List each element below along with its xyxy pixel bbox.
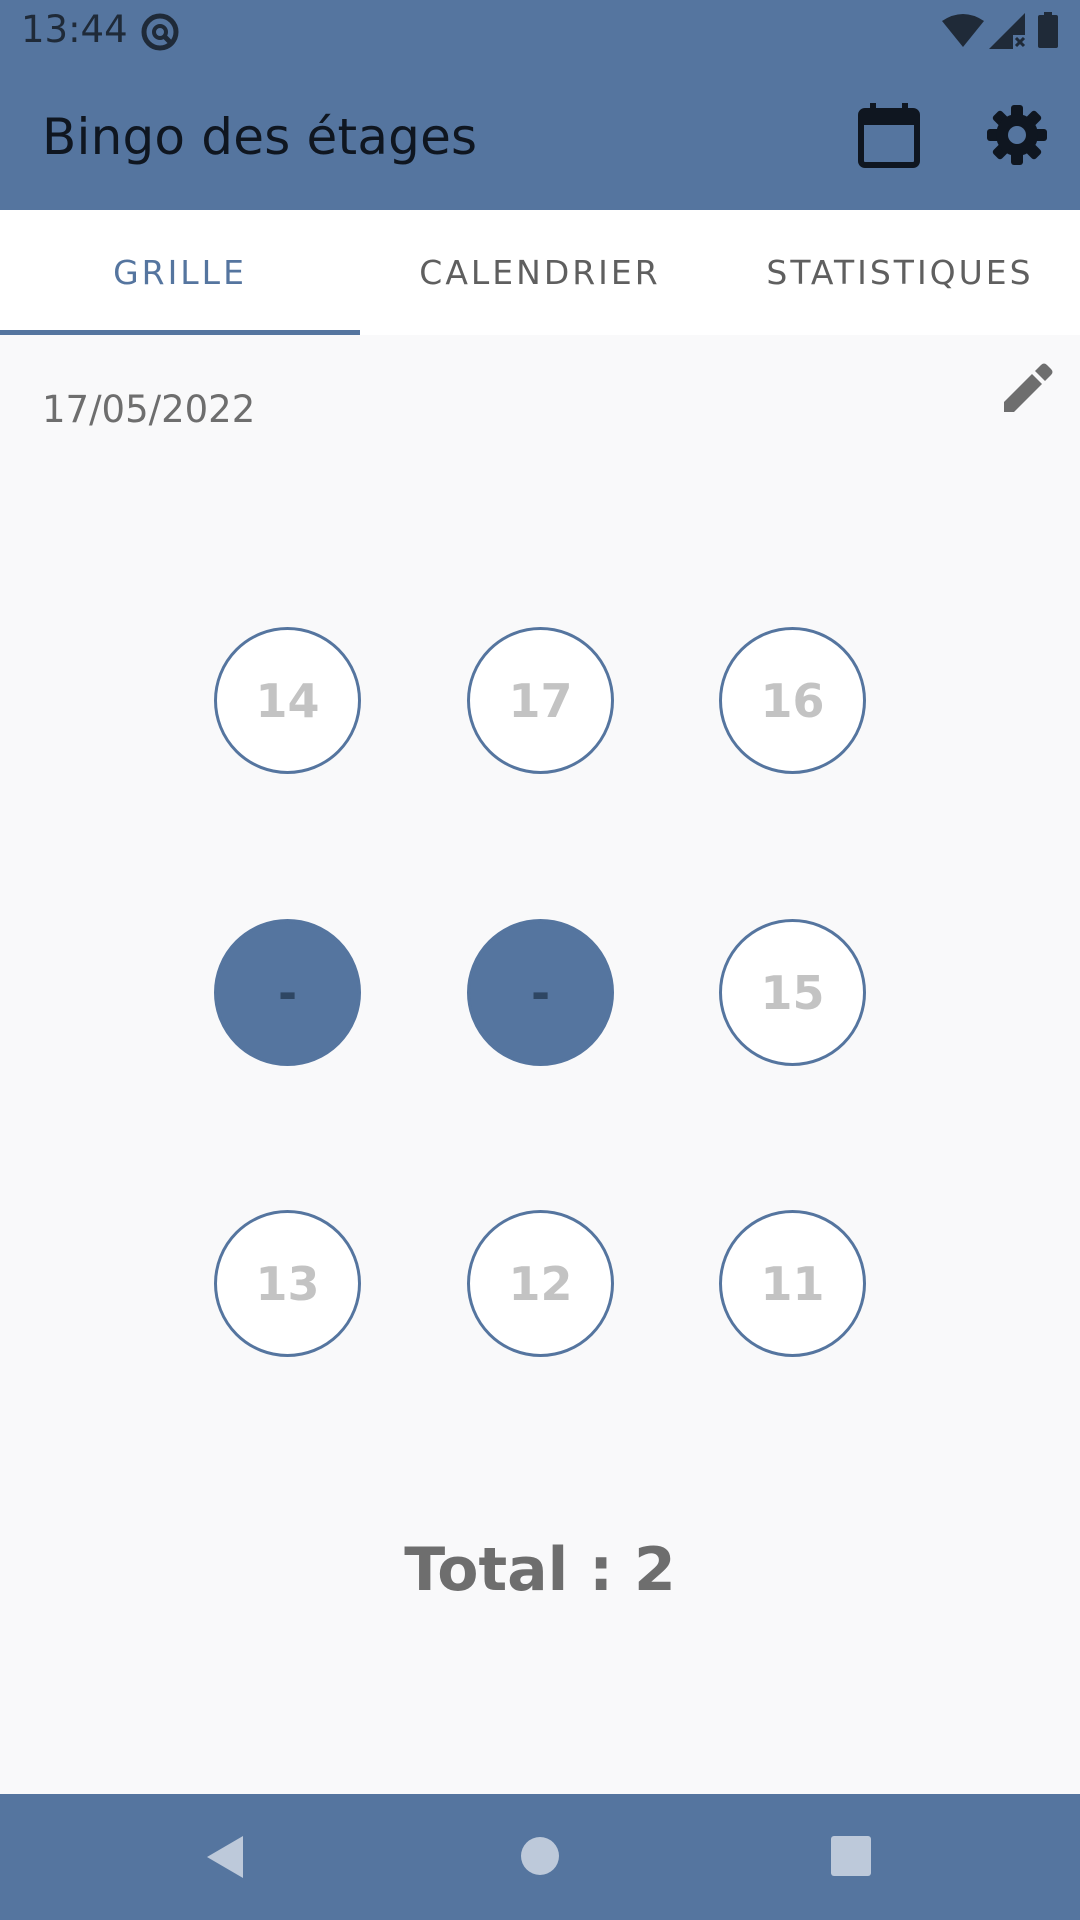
grid-cell[interactable]: 13 xyxy=(214,1210,361,1357)
settings-icon[interactable] xyxy=(985,103,1049,167)
tab-statistiques-label: STATISTIQUES xyxy=(766,253,1034,292)
status-bar: 13:44 xyxy=(0,0,1080,63)
status-time: 13:44 xyxy=(21,8,128,51)
recents-icon[interactable] xyxy=(831,1836,871,1876)
grid-cell-label: 11 xyxy=(760,1256,825,1311)
grid-cell-label: - xyxy=(277,965,298,1020)
home-icon[interactable] xyxy=(520,1836,560,1876)
grid-cell-label: 13 xyxy=(255,1256,320,1311)
total-count: Total : 2 xyxy=(404,1535,676,1605)
tab-calendrier-label: CALENDRIER xyxy=(419,253,661,292)
signal-icon xyxy=(989,13,1026,49)
grid-cell-filled[interactable]: - xyxy=(214,919,361,1066)
grid-cell-filled[interactable]: - xyxy=(467,919,614,1066)
pencil-icon[interactable] xyxy=(1000,362,1054,416)
grid-cell-label: - xyxy=(530,965,551,1020)
grid-cell[interactable]: 14 xyxy=(214,627,361,774)
nav-bar xyxy=(0,1794,1080,1920)
tab-indicator xyxy=(0,330,360,335)
grid-cell-label: 12 xyxy=(508,1256,573,1311)
grid-cell[interactable]: 15 xyxy=(719,919,866,1066)
app-title: Bingo des étages xyxy=(42,108,478,166)
back-icon[interactable] xyxy=(203,1834,247,1880)
grid-cell[interactable]: 11 xyxy=(719,1210,866,1357)
tab-grille[interactable]: GRILLE xyxy=(0,210,360,335)
wifi-icon xyxy=(942,14,984,47)
app-bar: Bingo des étages xyxy=(0,63,1080,210)
tab-calendrier[interactable]: CALENDRIER xyxy=(360,210,720,335)
grid-cell-label: 15 xyxy=(760,965,825,1020)
grid-cell[interactable]: 12 xyxy=(467,1210,614,1357)
calendar-icon[interactable] xyxy=(858,103,920,169)
grid-cell[interactable]: 16 xyxy=(719,627,866,774)
tab-bar: GRILLE CALENDRIER STATISTIQUES xyxy=(0,210,1080,335)
app-notification-icon xyxy=(141,13,179,51)
grid-date: 17/05/2022 xyxy=(42,388,256,431)
grid-cell-label: 17 xyxy=(508,673,573,728)
grid-cell-label: 16 xyxy=(760,673,825,728)
tab-grille-label: GRILLE xyxy=(113,253,247,292)
grid-cell-label: 14 xyxy=(255,673,320,728)
grid-cell[interactable]: 17 xyxy=(467,627,614,774)
battery-icon xyxy=(1038,12,1058,48)
tab-statistiques[interactable]: STATISTIQUES xyxy=(720,210,1080,335)
